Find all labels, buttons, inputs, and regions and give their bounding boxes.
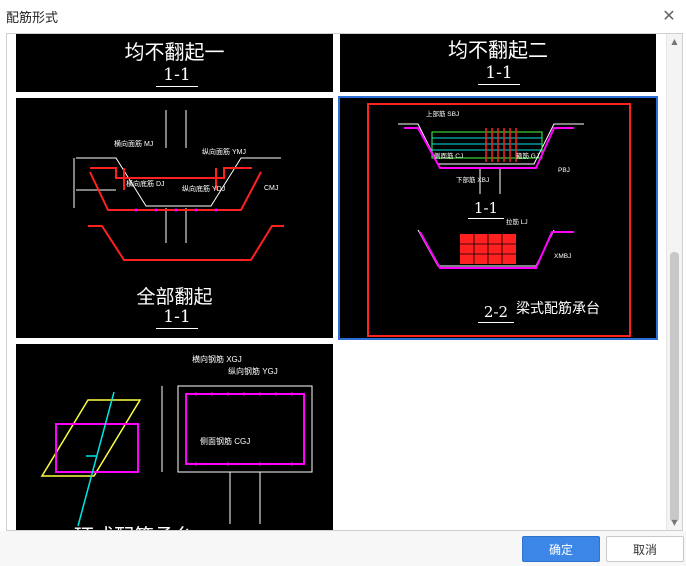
annotation-text: 横向钢筋 XGJ (192, 354, 242, 364)
scroll-up-arrow-icon[interactable]: ▲ (670, 37, 679, 46)
section-label-bottom: 2-2 (478, 302, 514, 323)
annotation-text: CMJ (264, 185, 278, 192)
annotation-text: 箍筋 GJ (516, 151, 539, 160)
annotation-text: PBJ (558, 167, 570, 174)
dialog-title: 配筋形式 (6, 11, 59, 26)
option-title: 环式配筋承台 (74, 520, 274, 530)
close-icon[interactable]: ✕ (658, 4, 680, 26)
option-tile-beam-cap[interactable]: 上部筋 SBJ 下部筋 XBJ 侧面筋 CJ 箍筋 GJ 拉筋 LJ PBJ X… (338, 96, 658, 340)
annotation-text: 侧面筋 CJ (434, 151, 463, 160)
annotation-text: 横向面筋 MJ (114, 139, 153, 148)
vertical-scrollbar[interactable]: ▲ ▼ (666, 34, 682, 530)
annotation-text: 上部筋 SBJ (426, 109, 459, 118)
option-title: 均不翻起一 (124, 40, 225, 64)
annotation-text: 横向底筋 DJ (126, 179, 165, 188)
section-label: 1-1 (478, 62, 520, 85)
dialog-footer: 确定 取消 (0, 531, 686, 566)
annotation-text: 拉筋 LJ (506, 217, 528, 226)
option-title: 均不翻起二 (448, 38, 548, 62)
scrollbar-thumb[interactable] (670, 252, 679, 522)
cancel-button[interactable]: 取消 (606, 536, 684, 562)
ring-cap-drawing: 横向钢筋 XGJ 纵向钢筋 YGJ 侧面钢筋 CGJ (40, 354, 313, 527)
option-tile-ring-cap[interactable]: 横向钢筋 XGJ 纵向钢筋 YGJ 侧面钢筋 CGJ 环式配筋承台 (16, 344, 333, 530)
option-tile-no-bend-1[interactable]: 均不翻起一 1-1 (16, 34, 333, 92)
annotation-text: 纵向面筋 YMJ (202, 147, 246, 156)
scroll-down-arrow-icon[interactable]: ▼ (670, 518, 679, 527)
section-label: 1-1 (156, 306, 198, 329)
annotation-text: XMBJ (554, 253, 571, 260)
option-tile-no-bend-2[interactable]: 均不翻起二 1-1 (340, 34, 656, 92)
annotation-text: 纵向底筋 YDJ (182, 184, 225, 193)
option-title: 全部翻起 (136, 286, 213, 308)
annotation-text: 侧面钢筋 CGJ (200, 436, 250, 446)
dialog-titlebar: 配筋形式 ✕ (0, 0, 686, 32)
option-tile-full-bend[interactable]: 横向面筋 MJ 纵向面筋 YMJ 横向底筋 DJ 纵向底筋 YDJ CMJ 全部… (16, 98, 333, 338)
section-label-top: 1-1 (468, 198, 504, 219)
section-label: 1-1 (156, 64, 198, 87)
ok-button[interactable]: 确定 (522, 536, 600, 562)
annotation-text: 纵向钢筋 YGJ (228, 366, 278, 376)
annotation-text: 下部筋 XBJ (456, 175, 489, 184)
reinforcement-options-panel: 均不翻起一 1-1 均不翻起二 1-1 横向面筋 MJ 纵向面筋 YMJ 横向底… (6, 33, 683, 531)
option-title: 梁式配筋承台 (516, 301, 600, 317)
